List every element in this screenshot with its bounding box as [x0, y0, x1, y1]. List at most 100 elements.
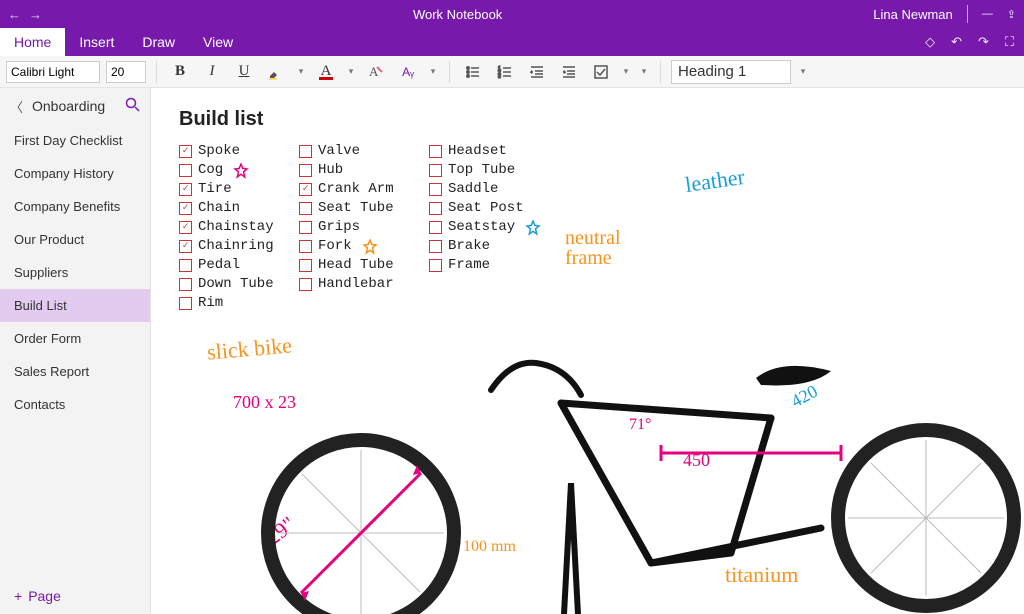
- clear-formatting-button[interactable]: A: [363, 60, 389, 84]
- checklist-item[interactable]: Hub: [299, 161, 394, 180]
- undo-icon[interactable]: ↶: [951, 34, 962, 50]
- sidebar-back-icon[interactable]: 〈: [10, 97, 24, 116]
- redo-icon[interactable]: ↷: [978, 34, 989, 50]
- checkbox-icon[interactable]: [299, 183, 312, 196]
- sidebar-search-icon[interactable]: [125, 97, 140, 115]
- checklist-item[interactable]: Head Tube: [299, 256, 394, 275]
- font-name-input[interactable]: [6, 61, 100, 83]
- font-color-button[interactable]: A: [313, 60, 339, 84]
- checkbox-icon[interactable]: [179, 278, 192, 291]
- checkbox-icon[interactable]: [179, 259, 192, 272]
- checklist-item[interactable]: Headset: [429, 142, 541, 161]
- lightbulb-icon[interactable]: ◇: [925, 34, 935, 50]
- sidebar-item-company-benefits[interactable]: Company Benefits: [0, 190, 150, 223]
- checkbox-icon[interactable]: [299, 202, 312, 215]
- number-list-button[interactable]: 123: [492, 60, 518, 84]
- tab-view[interactable]: View: [189, 28, 247, 56]
- sidebar-item-build-list[interactable]: Build List: [0, 289, 150, 322]
- italic-button[interactable]: I: [199, 60, 225, 84]
- fullscreen-icon[interactable]: ⛶: [1005, 34, 1014, 50]
- checkbox-icon[interactable]: [429, 259, 442, 272]
- tab-draw[interactable]: Draw: [128, 28, 189, 56]
- checklist-item[interactable]: Cog: [179, 161, 274, 180]
- checklist-item[interactable]: Crank Arm: [299, 180, 394, 199]
- font-size-input[interactable]: [106, 61, 146, 83]
- more-font-dropdown[interactable]: ▾: [427, 66, 439, 77]
- highlight-dropdown[interactable]: ▾: [295, 66, 307, 77]
- checkbox-icon[interactable]: [179, 164, 192, 177]
- todo-dropdown[interactable]: ▾: [620, 66, 632, 77]
- outdent-button[interactable]: [524, 60, 550, 84]
- bullet-list-button[interactable]: [460, 60, 486, 84]
- checklist-item[interactable]: Chainring: [179, 237, 274, 256]
- checkbox-icon[interactable]: [299, 278, 312, 291]
- heading-style-dropdown[interactable]: ▾: [797, 66, 809, 77]
- window-minimize[interactable]: —: [982, 8, 993, 20]
- checkbox-icon[interactable]: [299, 145, 312, 158]
- checklist-label: Tire: [198, 180, 232, 199]
- checkbox-icon[interactable]: [179, 240, 192, 253]
- sidebar-item-contacts[interactable]: Contacts: [0, 388, 150, 421]
- checkbox-icon[interactable]: [179, 297, 192, 310]
- font-color-dropdown[interactable]: ▾: [345, 66, 357, 77]
- checklist-item[interactable]: Down Tube: [179, 275, 274, 294]
- checkbox-icon[interactable]: [179, 145, 192, 158]
- checklist-item[interactable]: Pedal: [179, 256, 274, 275]
- indent-button[interactable]: [556, 60, 582, 84]
- checkbox-icon[interactable]: [429, 221, 442, 234]
- todo-tag-button[interactable]: [588, 60, 614, 84]
- nav-forward-icon[interactable]: →: [29, 7, 42, 22]
- checkbox-icon[interactable]: [179, 202, 192, 215]
- checklist-item[interactable]: Seatstay: [429, 218, 541, 237]
- checklist-item[interactable]: Chain: [179, 199, 274, 218]
- checklist-item[interactable]: Seat Post: [429, 199, 541, 218]
- window-share-icon[interactable]: ⇪: [1007, 8, 1016, 21]
- checkbox-icon[interactable]: [299, 221, 312, 234]
- checkbox-icon[interactable]: [299, 164, 312, 177]
- tab-insert[interactable]: Insert: [65, 28, 128, 56]
- checklist-item[interactable]: Grips: [299, 218, 394, 237]
- nav-back-icon[interactable]: ←: [8, 7, 21, 22]
- tab-home[interactable]: Home: [0, 28, 65, 56]
- checklist-item[interactable]: Seat Tube: [299, 199, 394, 218]
- sidebar-item-company-history[interactable]: Company History: [0, 157, 150, 190]
- sidebar-item-suppliers[interactable]: Suppliers: [0, 256, 150, 289]
- checkbox-icon[interactable]: [429, 164, 442, 177]
- sidebar-item-order-form[interactable]: Order Form: [0, 322, 150, 355]
- checklist-item[interactable]: Saddle: [429, 180, 541, 199]
- page-canvas[interactable]: Build list SpokeCogTireChainChainstayCha…: [151, 88, 1024, 614]
- page-title[interactable]: Build list: [179, 108, 263, 131]
- sidebar-item-our-product[interactable]: Our Product: [0, 223, 150, 256]
- checkbox-icon[interactable]: [429, 202, 442, 215]
- checklist-item[interactable]: Top Tube: [429, 161, 541, 180]
- highlight-button[interactable]: [263, 60, 289, 84]
- sidebar-section-name[interactable]: Onboarding: [32, 98, 117, 114]
- format-painter-button[interactable]: Aᵧ: [395, 60, 421, 84]
- checkbox-icon[interactable]: [179, 183, 192, 196]
- more-paragraph-dropdown[interactable]: ▾: [638, 66, 650, 77]
- checklist-item[interactable]: Frame: [429, 256, 541, 275]
- user-name[interactable]: Lina Newman: [873, 7, 953, 22]
- checklist-item[interactable]: Spoke: [179, 142, 274, 161]
- checklist-item[interactable]: Chainstay: [179, 218, 274, 237]
- checklist-item[interactable]: Rim: [179, 294, 274, 313]
- checkbox-icon[interactable]: [429, 183, 442, 196]
- sidebar-item-first-day-checklist[interactable]: First Day Checklist: [0, 124, 150, 157]
- underline-button[interactable]: U: [231, 60, 257, 84]
- bold-button[interactable]: B: [167, 60, 193, 84]
- checklist-column-2: ValveHubCrank ArmSeat TubeGripsForkHead …: [299, 142, 394, 294]
- checkbox-icon[interactable]: [429, 240, 442, 253]
- checklist-item[interactable]: Brake: [429, 237, 541, 256]
- add-page-button[interactable]: + Page: [0, 578, 150, 614]
- checkbox-icon[interactable]: [179, 221, 192, 234]
- checklist-item[interactable]: Valve: [299, 142, 394, 161]
- checklist-item[interactable]: Tire: [179, 180, 274, 199]
- ribbon-sep-3: [660, 61, 661, 83]
- checkbox-icon[interactable]: [299, 240, 312, 253]
- checkbox-icon[interactable]: [429, 145, 442, 158]
- checkbox-icon[interactable]: [299, 259, 312, 272]
- heading-style-select[interactable]: Heading 1: [671, 60, 791, 84]
- sidebar-item-sales-report[interactable]: Sales Report: [0, 355, 150, 388]
- checklist-item[interactable]: Fork: [299, 237, 394, 256]
- checklist-item[interactable]: Handlebar: [299, 275, 394, 294]
